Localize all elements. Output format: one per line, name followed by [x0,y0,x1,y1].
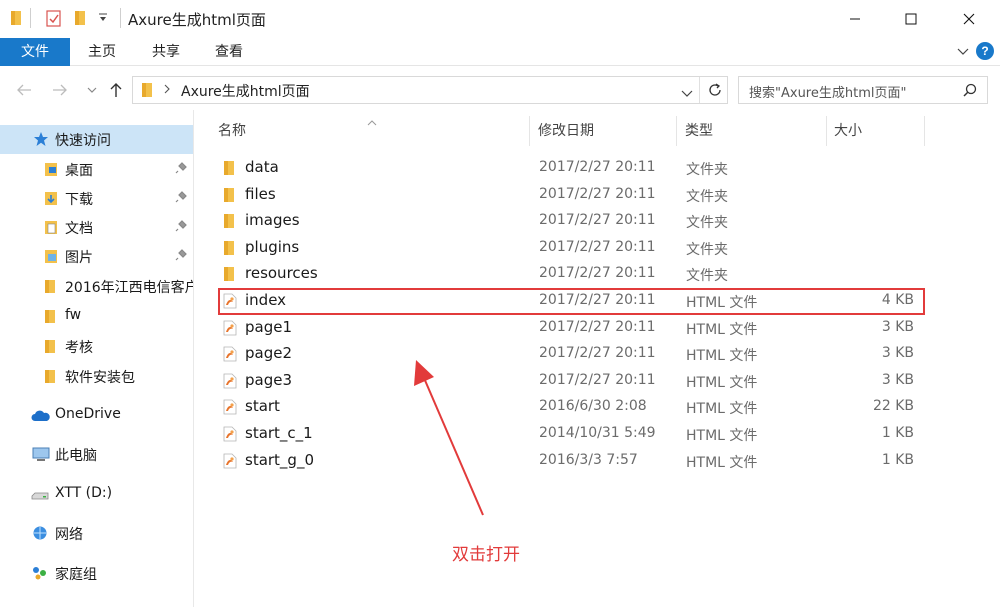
annotation-text: 双击打开 [452,545,520,565]
annotation-arrow [414,360,484,516]
